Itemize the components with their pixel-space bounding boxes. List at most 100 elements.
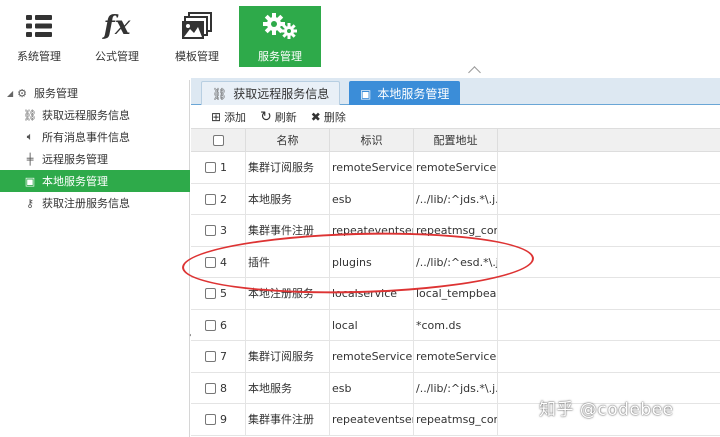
row-checkbox[interactable] [205,193,216,205]
plug-icon: ╪ [26,152,34,166]
cell-name: 集群订阅服务 [246,341,330,372]
tree-item-registered-info[interactable]: ⚷ 获取注册服务信息 [0,192,190,214]
cell-id: remoteService [330,152,414,183]
tree-item-local-service[interactable]: ▣ 本地服务管理 [0,170,190,192]
toolbar-formula-label: 公式管理 [95,50,139,63]
toolbar-formula-button[interactable]: fx 公式管理 [78,6,156,68]
gears-icon [239,8,321,44]
cell-config: repeatmsg_conf... [414,215,498,246]
tree-item-label: 本地服务管理 [42,175,108,188]
cell-extra [498,215,720,246]
row-select-cell[interactable]: 7 [191,341,246,372]
row-select-cell[interactable]: 9 [191,404,246,435]
table-row[interactable]: 7 集群订阅服务 remoteService remoteService [191,341,720,373]
row-number: 1 [220,161,227,174]
link-icon: ⛓ [212,86,228,101]
top-toolbar: 系统管理 fx 公式管理 模板管理 服务管理 [0,0,720,72]
column-header-extra [498,129,720,152]
row-select-cell[interactable]: 5 [191,278,246,309]
cell-id: esb [330,183,414,215]
collapse-triangle-icon[interactable]: ◢ [7,89,13,98]
column-header-config[interactable]: 配置地址 [414,129,498,152]
cell-name: 集群事件注册 [246,215,330,246]
select-all-checkbox[interactable] [212,135,224,146]
row-checkbox[interactable] [205,351,216,362]
tab-remote-info[interactable]: ⛓ 获取远程服务信息 [201,81,341,105]
cell-id: local [330,309,414,341]
cell-name: 本地注册服务 [246,278,330,309]
cell-extra [498,184,720,215]
toolbar-system-label: 系统管理 [17,50,61,63]
toolbar-template-label: 模板管理 [175,50,219,63]
row-number: 7 [220,350,227,363]
tree-root-service[interactable]: ◢ ⚙ 服务管理 [0,82,190,104]
tab-bar: ⛓ 获取远程服务信息 ▣ 本地服务管理 [191,78,720,105]
delete-button[interactable]: ✖ 删除 [311,109,346,125]
row-select-cell[interactable]: 3 [191,215,246,246]
tree-item-remote-service[interactable]: ╪ 远程服务管理 [0,148,190,170]
table-row[interactable]: 4 插件plugins/../lib/:^esd.*\.j... [191,246,720,278]
cell-extra [498,341,720,372]
toolbar-system-button[interactable]: 系统管理 [0,6,78,68]
tab-label: 本地服务管理 [377,87,450,101]
add-button[interactable]: ⊞ 添加 [211,109,246,125]
cell-config: local_tempbean... [414,278,498,309]
delete-icon: ✖ [310,110,321,124]
cell-name: 本地服务 [246,372,330,404]
tab-local-service[interactable]: ▣ 本地服务管理 [349,81,461,105]
cell-name [246,309,330,341]
watermark: 知乎 @codebee [539,400,674,420]
add-icon: ⊞ [211,110,222,124]
cell-config: /../lib/:^jds.*\.j... [414,183,498,215]
row-number: 5 [220,287,227,300]
table-row[interactable]: 6 local *com.ds [191,309,720,341]
toolbar-service-label: 服务管理 [258,50,302,63]
row-checkbox[interactable] [205,225,216,236]
cell-config: /../lib/:^esd.*\.j... [414,246,498,278]
tree-item-label: 获取注册服务信息 [42,197,130,210]
cell-config: *com.ds [414,309,498,341]
row-select-cell[interactable]: 6 [191,309,246,341]
row-checkbox[interactable] [205,256,216,268]
terminal-icon: ▣ [24,174,36,188]
column-header-id[interactable]: 标识 [330,129,414,152]
row-checkbox[interactable] [205,162,216,173]
cell-extra [498,310,720,341]
row-select-cell[interactable]: 2 [191,183,246,215]
table-row[interactable]: 3 集群事件注册repeateventserv...repeatmsg_conf.… [191,215,720,247]
tree-item-label: 远程服务管理 [42,153,108,166]
grid-header: 名称 标识 配置地址 [191,128,720,152]
table-row[interactable]: 2 本地服务 esb/../lib/:^jds.*\.j... [191,183,720,215]
speaker-icon: 🔈︎ [26,130,34,143]
column-header-name[interactable]: 名称 [246,129,330,152]
key-icon: ⚷ [25,196,35,210]
row-checkbox[interactable] [205,288,216,299]
cell-extra [498,152,720,183]
tree-root-label: 服务管理 [34,87,78,100]
toolbar-service-button[interactable]: 服务管理 [239,6,321,67]
row-number: 8 [220,381,227,395]
row-number: 3 [220,224,227,237]
row-checkbox[interactable] [205,414,216,425]
row-select-cell[interactable]: 4 [191,246,246,278]
cell-id: repeateventserv... [330,215,414,246]
table-row[interactable]: 1 集群订阅服务 remoteService remoteService [191,152,720,184]
toolbar-template-button[interactable]: 模板管理 [158,6,236,68]
cell-name: 集群事件注册 [246,404,330,435]
row-number: 6 [220,318,227,332]
fx-icon: fx [103,11,131,41]
tree-item-message-events[interactable]: 🔈︎ 所有消息事件信息 [0,126,190,148]
cell-config: remoteService [414,341,498,372]
table-row[interactable]: 5 本地注册服务localservicelocal_tempbean... [191,278,720,310]
select-all-header[interactable] [191,129,246,152]
refresh-button[interactable]: ↻ 刷新 [260,109,297,125]
row-select-cell[interactable]: 8 [191,372,246,404]
row-checkbox[interactable] [205,382,216,394]
row-checkbox[interactable] [205,319,216,331]
row-number: 4 [220,255,227,269]
cell-id: localservice [330,278,414,309]
row-select-cell[interactable]: 1 [191,152,246,183]
tree-item-label: 所有消息事件信息 [42,131,130,144]
tree-item-remote-info[interactable]: ⛓ 获取远程服务信息 [0,104,190,126]
list-icon [0,8,78,44]
